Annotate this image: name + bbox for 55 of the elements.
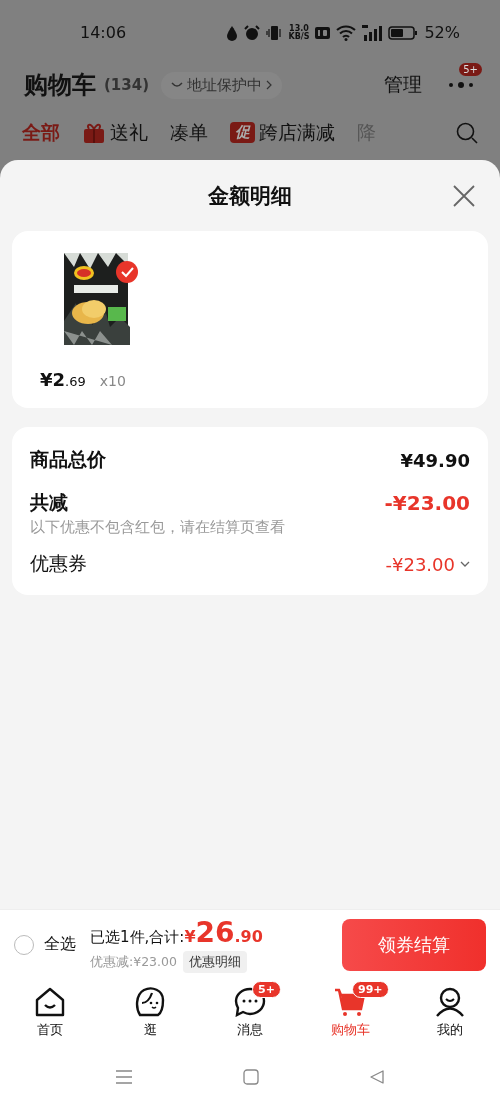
tab-bar-item[interactable]: 首页	[0, 979, 100, 1051]
summary-label: 商品总价	[30, 447, 106, 472]
person-icon	[434, 987, 466, 1017]
more-icon[interactable]	[448, 82, 474, 88]
sheet-title: 金额明细	[208, 182, 292, 210]
back-icon[interactable]	[369, 1069, 385, 1085]
network-speed: 13.0	[289, 24, 309, 33]
promo-badge: 促	[230, 122, 255, 143]
close-icon[interactable]	[452, 184, 476, 208]
item-count: (134)	[104, 76, 150, 94]
status-time: 14:06	[80, 23, 128, 42]
tab-bar-item[interactable]: 逛	[100, 979, 200, 1051]
chevron-right-icon	[266, 80, 273, 90]
smiling-blob-icon	[134, 987, 166, 1017]
category-tab[interactable]: 促 跨店满减	[230, 119, 335, 146]
search-icon[interactable]	[456, 121, 478, 144]
item-quantity: x10	[99, 373, 126, 389]
count-badge: 5+	[252, 981, 281, 998]
discount-note: 以下优惠不包含红包，请在结算页查看	[30, 518, 286, 537]
speed-unit: KB/S	[288, 32, 310, 41]
category-tab[interactable]: 送礼	[82, 119, 148, 146]
signal-icon	[362, 24, 383, 41]
home-icon	[34, 987, 66, 1017]
battery-icon	[388, 24, 419, 41]
select-all-label: 全选	[44, 934, 76, 955]
summary-label: 优惠券	[30, 551, 87, 576]
discount-detail-button[interactable]: 优惠明细	[182, 951, 247, 973]
tab-bar-item[interactable]: 5+ 消息	[200, 979, 300, 1051]
summary-amount: -¥23.00	[384, 491, 470, 515]
alarm-icon	[244, 24, 261, 41]
category-tab[interactable]: 全部	[22, 119, 60, 146]
vibrate-icon	[266, 24, 283, 41]
notification-badge: 5+	[459, 63, 482, 76]
tab-bar-item[interactable]: 99+ 购物车	[300, 979, 400, 1051]
count-badge: 99+	[352, 981, 389, 998]
checkout-button[interactable]: 领券结算	[342, 918, 486, 971]
wifi-icon	[336, 24, 357, 41]
chevron-down-icon[interactable]	[460, 561, 470, 567]
tab-bar-item[interactable]: 我的	[400, 979, 500, 1051]
smile-icon	[171, 81, 184, 89]
page-title: 购物车	[24, 70, 96, 101]
summary-label: 共减	[30, 490, 68, 515]
category-tab[interactable]: 凑单	[170, 119, 208, 146]
summary-amount: -¥23.00	[385, 553, 455, 575]
battery-percent: 52%	[424, 23, 460, 42]
selected-summary: 已选1件,合计:	[90, 928, 185, 947]
summary-amount: ¥49.90	[400, 449, 470, 471]
discount-total: 优惠减:¥23.00	[90, 953, 177, 971]
gift-icon	[82, 121, 106, 144]
home-square-icon[interactable]	[243, 1069, 259, 1085]
address-protection-chip[interactable]: 地址保护中	[161, 71, 283, 99]
drop-icon	[226, 24, 239, 41]
item-price: ¥2.69	[40, 369, 86, 390]
total-price: ¥26.90	[184, 916, 263, 949]
manage-button[interactable]: 管理	[384, 72, 422, 98]
